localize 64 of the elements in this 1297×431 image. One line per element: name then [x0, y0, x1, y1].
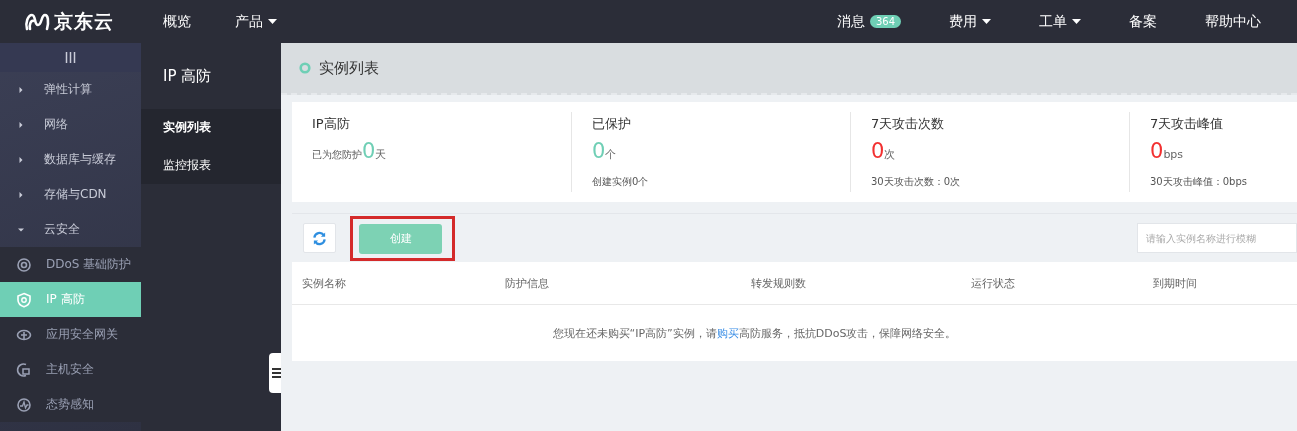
column-header: 转发规则数	[751, 276, 806, 290]
sidebar-item[interactable]: 存储与CDN	[0, 177, 141, 212]
ring-icon	[299, 62, 311, 74]
buy-link[interactable]: 购买	[716, 326, 739, 340]
caret-icon	[982, 19, 991, 24]
stat-unit: 次	[884, 148, 896, 162]
stat-unit: 天	[375, 147, 387, 162]
column-header: 防护信息	[505, 276, 549, 290]
stat-title: IP高防	[312, 115, 351, 133]
stat-value: 0	[1150, 139, 1164, 163]
caret-icon	[18, 156, 24, 163]
nav-link[interactable]: 产品	[213, 12, 299, 31]
stat-note: 30天攻击次数：0次	[871, 175, 962, 189]
caret-icon	[1072, 19, 1081, 24]
menu-icon	[272, 368, 281, 378]
target-icon	[16, 256, 32, 273]
caret-icon	[18, 121, 24, 128]
caret-icon	[18, 226, 24, 233]
stat-note: 30天攻击峰值：0bps	[1150, 175, 1248, 189]
shield-icon	[16, 291, 32, 308]
nav-link[interactable]: 概览	[141, 12, 213, 31]
nav-link[interactable]: 帮助中心	[1205, 12, 1261, 31]
stat-value: 0	[592, 139, 606, 163]
stat-title: 已保护	[592, 115, 632, 133]
empty-message: 您现在还未购买“IP高防”实例，请购买高防服务，抵抗DDoS攻击，保障网络安全。	[552, 325, 957, 341]
caret-icon	[268, 19, 277, 24]
logo-text[interactable]: 京东云	[54, 8, 114, 35]
nav-link[interactable]: 费用	[949, 12, 991, 31]
sidebar-item[interactable]: 云安全	[0, 212, 141, 247]
sidebar-item[interactable]: 态势感知	[0, 387, 141, 422]
collapse-handle[interactable]	[269, 353, 281, 393]
stat-title: 7天攻击峰值	[1150, 115, 1225, 133]
stat-unit: bps	[1163, 148, 1184, 161]
sidebar-item[interactable]: DDoS 基础防护	[0, 247, 141, 282]
stat-label: 已为您防护	[312, 149, 362, 162]
host-icon	[16, 361, 32, 378]
search-field[interactable]: 请输入实例名称进行模糊	[1137, 223, 1297, 253]
refresh-button[interactable]	[303, 223, 336, 253]
menu-icon[interactable]	[65, 52, 76, 63]
stat-unit: 个	[605, 148, 617, 162]
refresh-icon	[312, 230, 327, 246]
subnav-item[interactable]: 监控报表	[141, 146, 281, 184]
column-header: 到期时间	[1153, 276, 1197, 290]
sidebar-item[interactable]: 网络	[0, 107, 141, 142]
nav-link[interactable]: 消息 364	[836, 12, 901, 31]
column-header: 运行状态	[971, 276, 1015, 290]
subnav-item[interactable]: 实例列表	[141, 109, 281, 147]
stat-note: 创建实例0个	[592, 175, 650, 189]
stat-title: 7天攻击次数	[871, 115, 946, 133]
sidebar-item[interactable]: 应用安全网关	[0, 317, 141, 352]
sidebar-item[interactable]: 弹性计算	[0, 72, 141, 107]
nav-link[interactable]: 工单	[1039, 12, 1081, 31]
nav-link[interactable]: 备案	[1129, 12, 1157, 31]
section-title: IP 高防	[162, 65, 213, 87]
caret-icon	[18, 191, 24, 198]
sidebar-item[interactable]: 数据库与缓存	[0, 142, 141, 177]
stat-value: 0	[871, 139, 885, 163]
count-badge: 364	[869, 15, 901, 28]
stat-value: 0	[362, 139, 376, 163]
radar-icon	[16, 396, 32, 413]
sidebar-item[interactable]: 主机安全	[0, 352, 141, 387]
caret-icon	[18, 86, 24, 93]
column-header: 实例名称	[302, 276, 346, 290]
page-title: 实例列表	[319, 58, 379, 78]
